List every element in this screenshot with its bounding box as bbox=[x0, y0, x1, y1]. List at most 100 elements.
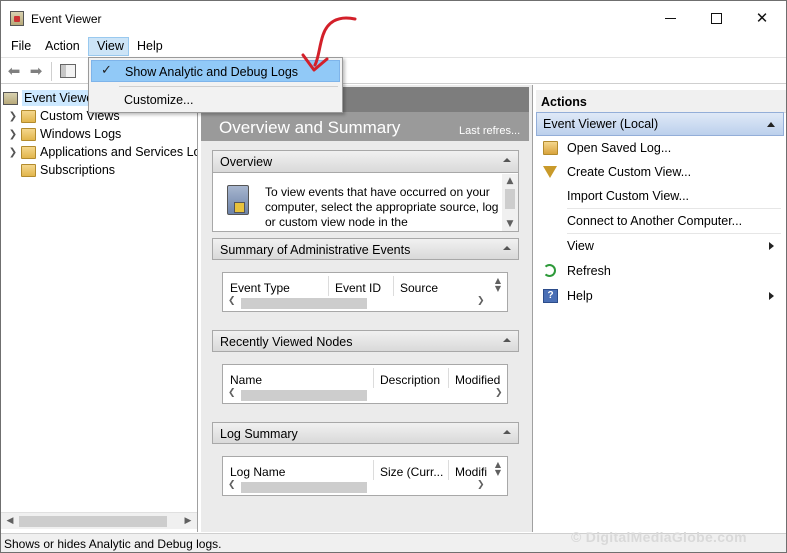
menu-item-label: Customize... bbox=[124, 93, 194, 107]
column-header-name[interactable]: Name bbox=[230, 373, 262, 387]
action-help[interactable]: ? Help bbox=[536, 285, 782, 307]
menu-help[interactable]: Help bbox=[131, 37, 169, 56]
column-header-modified[interactable]: Modified bbox=[455, 373, 500, 387]
actions-title: Actions bbox=[541, 95, 587, 109]
action-label: Refresh bbox=[567, 264, 611, 278]
collapse-caret-icon[interactable] bbox=[503, 158, 511, 162]
action-open-saved-log[interactable]: Open Saved Log... bbox=[536, 137, 782, 159]
checkmark-icon: ✓ bbox=[101, 63, 112, 78]
action-label: View bbox=[567, 239, 594, 253]
action-create-custom-view[interactable]: Create Custom View... bbox=[536, 161, 782, 183]
scrollbar-thumb[interactable] bbox=[19, 516, 167, 527]
grid-horizontal-scrollbar[interactable]: ❮ ❯ bbox=[223, 479, 507, 495]
action-view[interactable]: View bbox=[536, 235, 782, 257]
scrollbar-thumb[interactable] bbox=[241, 390, 367, 401]
submenu-arrow-icon bbox=[769, 292, 774, 300]
scrollbar-thumb[interactable] bbox=[505, 189, 515, 209]
folder-icon bbox=[21, 127, 36, 141]
chevron-right-icon[interactable]: ❯ bbox=[5, 111, 21, 122]
column-header-event-id[interactable]: Event ID bbox=[335, 281, 381, 295]
admin-events-grid: Event Type Event ID Source ▲ ▼ ❮ ❯ bbox=[222, 272, 508, 312]
action-connect-to-another-computer[interactable]: Connect to Another Computer... bbox=[536, 210, 782, 232]
menu-item-customize[interactable]: Customize... bbox=[91, 89, 340, 111]
overview-section-header[interactable]: Overview bbox=[213, 151, 518, 173]
open-log-icon bbox=[543, 141, 558, 155]
recently-viewed-section-header[interactable]: Recently Viewed Nodes bbox=[212, 330, 519, 352]
maximize-button[interactable] bbox=[693, 1, 739, 35]
last-refreshed-label: Last refres... bbox=[459, 125, 521, 137]
menu-view[interactable]: View bbox=[88, 37, 129, 56]
tree-item-event-viewer-local[interactable]: Event Viewe bbox=[3, 89, 96, 107]
annotation-arrow-icon bbox=[301, 16, 357, 72]
log-summary-section: Log Summary Log Name Size (Curr... Modif… bbox=[212, 422, 519, 508]
tree-item-windows-logs[interactable]: ❯ Windows Logs bbox=[5, 125, 122, 143]
tree-item-subscriptions[interactable]: Subscriptions bbox=[5, 161, 115, 179]
scroll-up-icon[interactable]: ▲ bbox=[502, 174, 518, 188]
scroll-right-icon[interactable]: ❯ bbox=[495, 388, 503, 398]
forward-button[interactable]: ➡ bbox=[27, 62, 45, 80]
column-scroll-arrows-icon[interactable]: ▲ ▼ bbox=[495, 277, 501, 293]
close-button[interactable]: ✕ bbox=[739, 1, 785, 35]
action-label: Help bbox=[567, 289, 593, 303]
tree-horizontal-scrollbar[interactable]: ◀ ▶ bbox=[1, 512, 197, 529]
tree-item-label: Event Viewe bbox=[22, 90, 96, 106]
chevron-right-icon[interactable]: ❯ bbox=[5, 129, 21, 140]
menu-file[interactable]: File bbox=[5, 37, 37, 56]
chevron-right-icon[interactable]: ❯ bbox=[5, 147, 21, 158]
column-header-event-type[interactable]: Event Type bbox=[230, 281, 290, 295]
window-title: Event Viewer bbox=[31, 12, 102, 26]
scroll-right-icon[interactable]: ❯ bbox=[477, 480, 485, 490]
show-hide-console-tree-button[interactable] bbox=[59, 62, 77, 80]
close-icon: ✕ bbox=[755, 9, 769, 27]
scroll-left-icon[interactable]: ❮ bbox=[228, 388, 236, 398]
actions-title-bar: Actions bbox=[536, 90, 786, 113]
actions-group-header[interactable]: Event Viewer (Local) bbox=[536, 112, 784, 136]
scroll-left-icon[interactable]: ❮ bbox=[228, 480, 236, 490]
folder-icon bbox=[21, 145, 36, 159]
log-summary-grid: Log Name Size (Curr... Modifi ▲ ▼ ❮ ❯ bbox=[222, 456, 508, 496]
collapse-caret-icon[interactable] bbox=[767, 122, 775, 127]
grid-horizontal-scrollbar[interactable]: ❮ ❯ bbox=[223, 387, 507, 403]
scrollbar-thumb[interactable] bbox=[241, 482, 367, 493]
collapse-caret-icon[interactable] bbox=[503, 430, 511, 434]
action-import-custom-view[interactable]: Import Custom View... bbox=[536, 185, 782, 207]
menu-bar: File Action View Help bbox=[1, 35, 786, 57]
column-header-size[interactable]: Size (Curr... bbox=[380, 465, 443, 479]
column-header-description[interactable]: Description bbox=[380, 373, 440, 387]
grid-horizontal-scrollbar[interactable]: ❮ ❯ bbox=[223, 295, 507, 311]
overview-text: To view events that have occurred on you… bbox=[265, 185, 499, 229]
scroll-left-icon[interactable]: ◀ bbox=[3, 514, 17, 528]
scroll-left-icon[interactable]: ❮ bbox=[228, 296, 236, 306]
column-header-modified[interactable]: Modifi bbox=[455, 465, 487, 479]
column-header-log-name[interactable]: Log Name bbox=[230, 465, 285, 479]
event-viewer-node-icon bbox=[3, 91, 18, 105]
collapse-caret-icon[interactable] bbox=[503, 338, 511, 342]
refresh-icon bbox=[543, 264, 556, 277]
scrollbar-thumb[interactable] bbox=[241, 298, 367, 309]
scroll-right-icon[interactable]: ❯ bbox=[477, 296, 485, 306]
column-scroll-arrows-icon[interactable]: ▲ ▼ bbox=[495, 461, 501, 477]
event-viewer-app-icon bbox=[10, 11, 24, 26]
overview-vertical-scrollbar[interactable]: ▲ ▼ bbox=[502, 174, 518, 231]
back-button[interactable]: ⬅ bbox=[5, 62, 23, 80]
folder-icon bbox=[21, 109, 36, 123]
tree-item-applications-and-services-logs[interactable]: ❯ Applications and Services Lo bbox=[5, 143, 197, 161]
collapse-caret-icon[interactable] bbox=[503, 246, 511, 250]
action-refresh[interactable]: Refresh bbox=[536, 260, 782, 282]
watermark: © DigitalMediaGlobe.com bbox=[571, 529, 747, 545]
column-header-source[interactable]: Source bbox=[400, 281, 438, 295]
subscriptions-icon bbox=[21, 163, 36, 177]
minimize-button[interactable] bbox=[647, 1, 693, 35]
scroll-right-icon[interactable]: ▶ bbox=[181, 514, 195, 528]
help-icon: ? bbox=[543, 289, 558, 303]
section-title: Log Summary bbox=[220, 427, 298, 441]
maximize-icon bbox=[710, 12, 722, 24]
menu-item-label: Show Analytic and Debug Logs bbox=[125, 65, 299, 79]
menu-action[interactable]: Action bbox=[39, 37, 86, 56]
action-label: Connect to Another Computer... bbox=[567, 214, 743, 228]
scroll-down-icon[interactable]: ▼ bbox=[502, 217, 518, 231]
admin-events-section-header[interactable]: Summary of Administrative Events bbox=[212, 238, 519, 260]
action-label: Import Custom View... bbox=[567, 189, 690, 203]
minimize-icon bbox=[664, 17, 676, 19]
log-summary-section-header[interactable]: Log Summary bbox=[212, 422, 519, 444]
